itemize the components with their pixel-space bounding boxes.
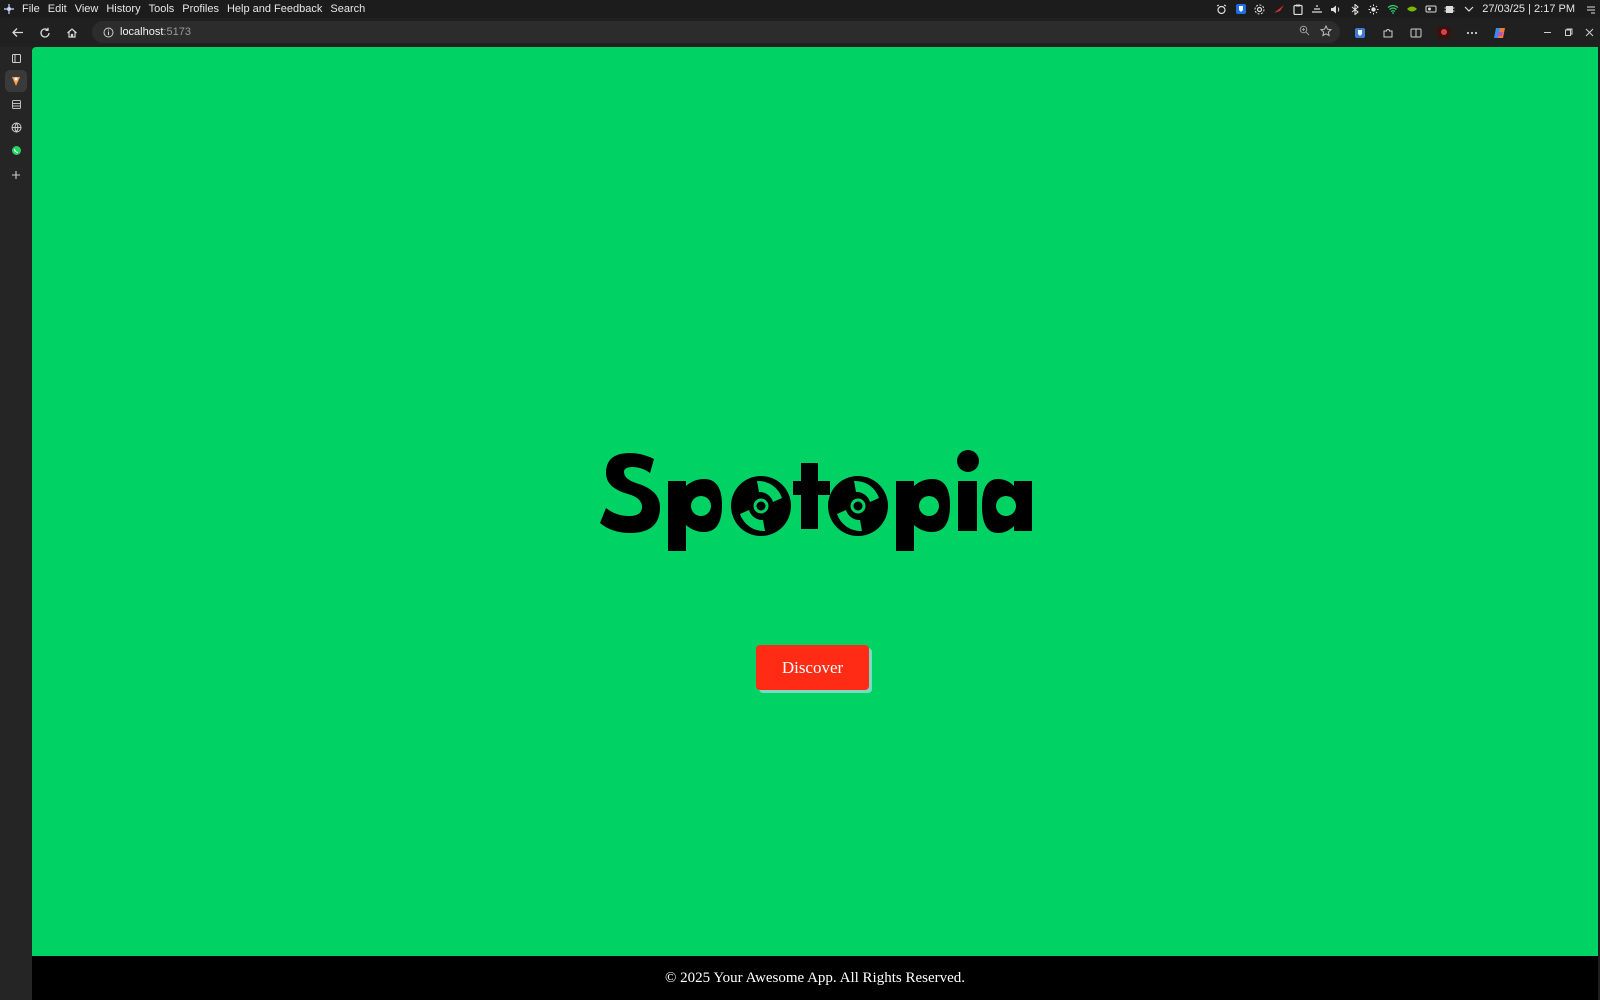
menu-help-and-feedback[interactable]: Help and Feedback <box>223 0 326 18</box>
menu-profiles[interactable]: Profiles <box>178 0 223 18</box>
sidebar-add-icon[interactable] <box>0 164 32 186</box>
sidebar-whatsapp-icon[interactable] <box>0 139 32 161</box>
settings-gear-icon[interactable] <box>1250 0 1269 18</box>
zoom-icon[interactable] <box>1299 25 1310 39</box>
window-controls <box>1537 18 1600 47</box>
gpu-icon[interactable] <box>1421 0 1440 18</box>
nvidia-icon[interactable] <box>1402 0 1421 18</box>
system-tray: 27/03/25 | 2:17 PM <box>1212 0 1600 18</box>
alarm-icon[interactable] <box>1212 0 1231 18</box>
footer-copyright-text: © 2025 Your Awesome App. All Rights Rese… <box>664 969 966 986</box>
profile-avatar-icon[interactable] <box>1430 18 1458 47</box>
menu-tools[interactable]: Tools <box>145 0 179 18</box>
split-screen-icon[interactable] <box>1402 18 1430 47</box>
bluetooth-icon[interactable] <box>1345 0 1364 18</box>
extension-toolbar <box>1346 18 1514 47</box>
more-menu-icon[interactable] <box>1458 18 1486 47</box>
asus-rog-icon[interactable] <box>1269 0 1288 18</box>
password-manager-icon[interactable] <box>1231 0 1250 18</box>
clipboard-icon[interactable] <box>1288 0 1307 18</box>
reload-icon <box>39 27 50 38</box>
home-icon <box>66 27 77 38</box>
minimize-button[interactable] <box>1537 18 1558 47</box>
address-bar[interactable]: localhost:5173 <box>92 21 1340 43</box>
menu-search[interactable]: Search <box>326 0 369 18</box>
site-info-icon[interactable] <box>96 27 120 38</box>
app-menu-icon[interactable] <box>0 0 18 18</box>
network-share-icon[interactable] <box>1307 0 1326 18</box>
url-port: :5173 <box>163 26 191 38</box>
close-button[interactable] <box>1579 18 1600 47</box>
arrow-left-icon <box>12 28 23 37</box>
sidebar-collections-icon[interactable] <box>0 93 32 115</box>
restore-icon <box>1565 28 1573 36</box>
sidebar-active-tab-icon[interactable] <box>5 70 27 92</box>
close-icon <box>1585 28 1594 37</box>
maximize-button[interactable] <box>1558 18 1579 47</box>
minimize-icon <box>1544 32 1551 33</box>
chevron-down-icon[interactable] <box>1459 0 1478 18</box>
copilot-icon[interactable] <box>1486 18 1514 47</box>
menu-view[interactable]: View <box>71 0 103 18</box>
menu-file[interactable]: File <box>18 0 44 18</box>
sidebar-globe-icon[interactable] <box>0 116 32 138</box>
browser-toolbar: localhost:5173 <box>0 18 1600 47</box>
os-menu-bar: File Edit View History Tools Profiles He… <box>0 0 1600 18</box>
menu-edit[interactable]: Edit <box>44 0 71 18</box>
brightness-icon[interactable] <box>1364 0 1383 18</box>
system-clock[interactable]: 27/03/25 | 2:17 PM <box>1478 3 1581 15</box>
spotopia-logo <box>600 450 1032 551</box>
back-button[interactable] <box>4 19 31 46</box>
notification-icon[interactable] <box>1581 0 1600 18</box>
bitwarden-extension-icon[interactable] <box>1346 18 1374 47</box>
page-viewport: Discover © 2025 Your Awesome App. All Ri… <box>32 47 1598 1000</box>
favorite-star-icon[interactable] <box>1319 24 1333 40</box>
menu-history[interactable]: History <box>102 0 144 18</box>
discover-button[interactable]: Discover <box>756 645 869 690</box>
reload-button[interactable] <box>31 19 58 46</box>
volume-icon[interactable] <box>1326 0 1345 18</box>
browser-sidebar <box>0 47 32 1000</box>
chip-icon[interactable] <box>1440 0 1459 18</box>
extensions-puzzle-icon[interactable] <box>1374 18 1402 47</box>
sidebar-tabs-icon[interactable] <box>0 47 32 69</box>
url-host: localhost <box>120 26 164 38</box>
wifi-icon[interactable] <box>1383 0 1402 18</box>
home-button[interactable] <box>58 19 85 46</box>
page-footer: © 2025 Your Awesome App. All Rights Rese… <box>32 956 1598 1000</box>
